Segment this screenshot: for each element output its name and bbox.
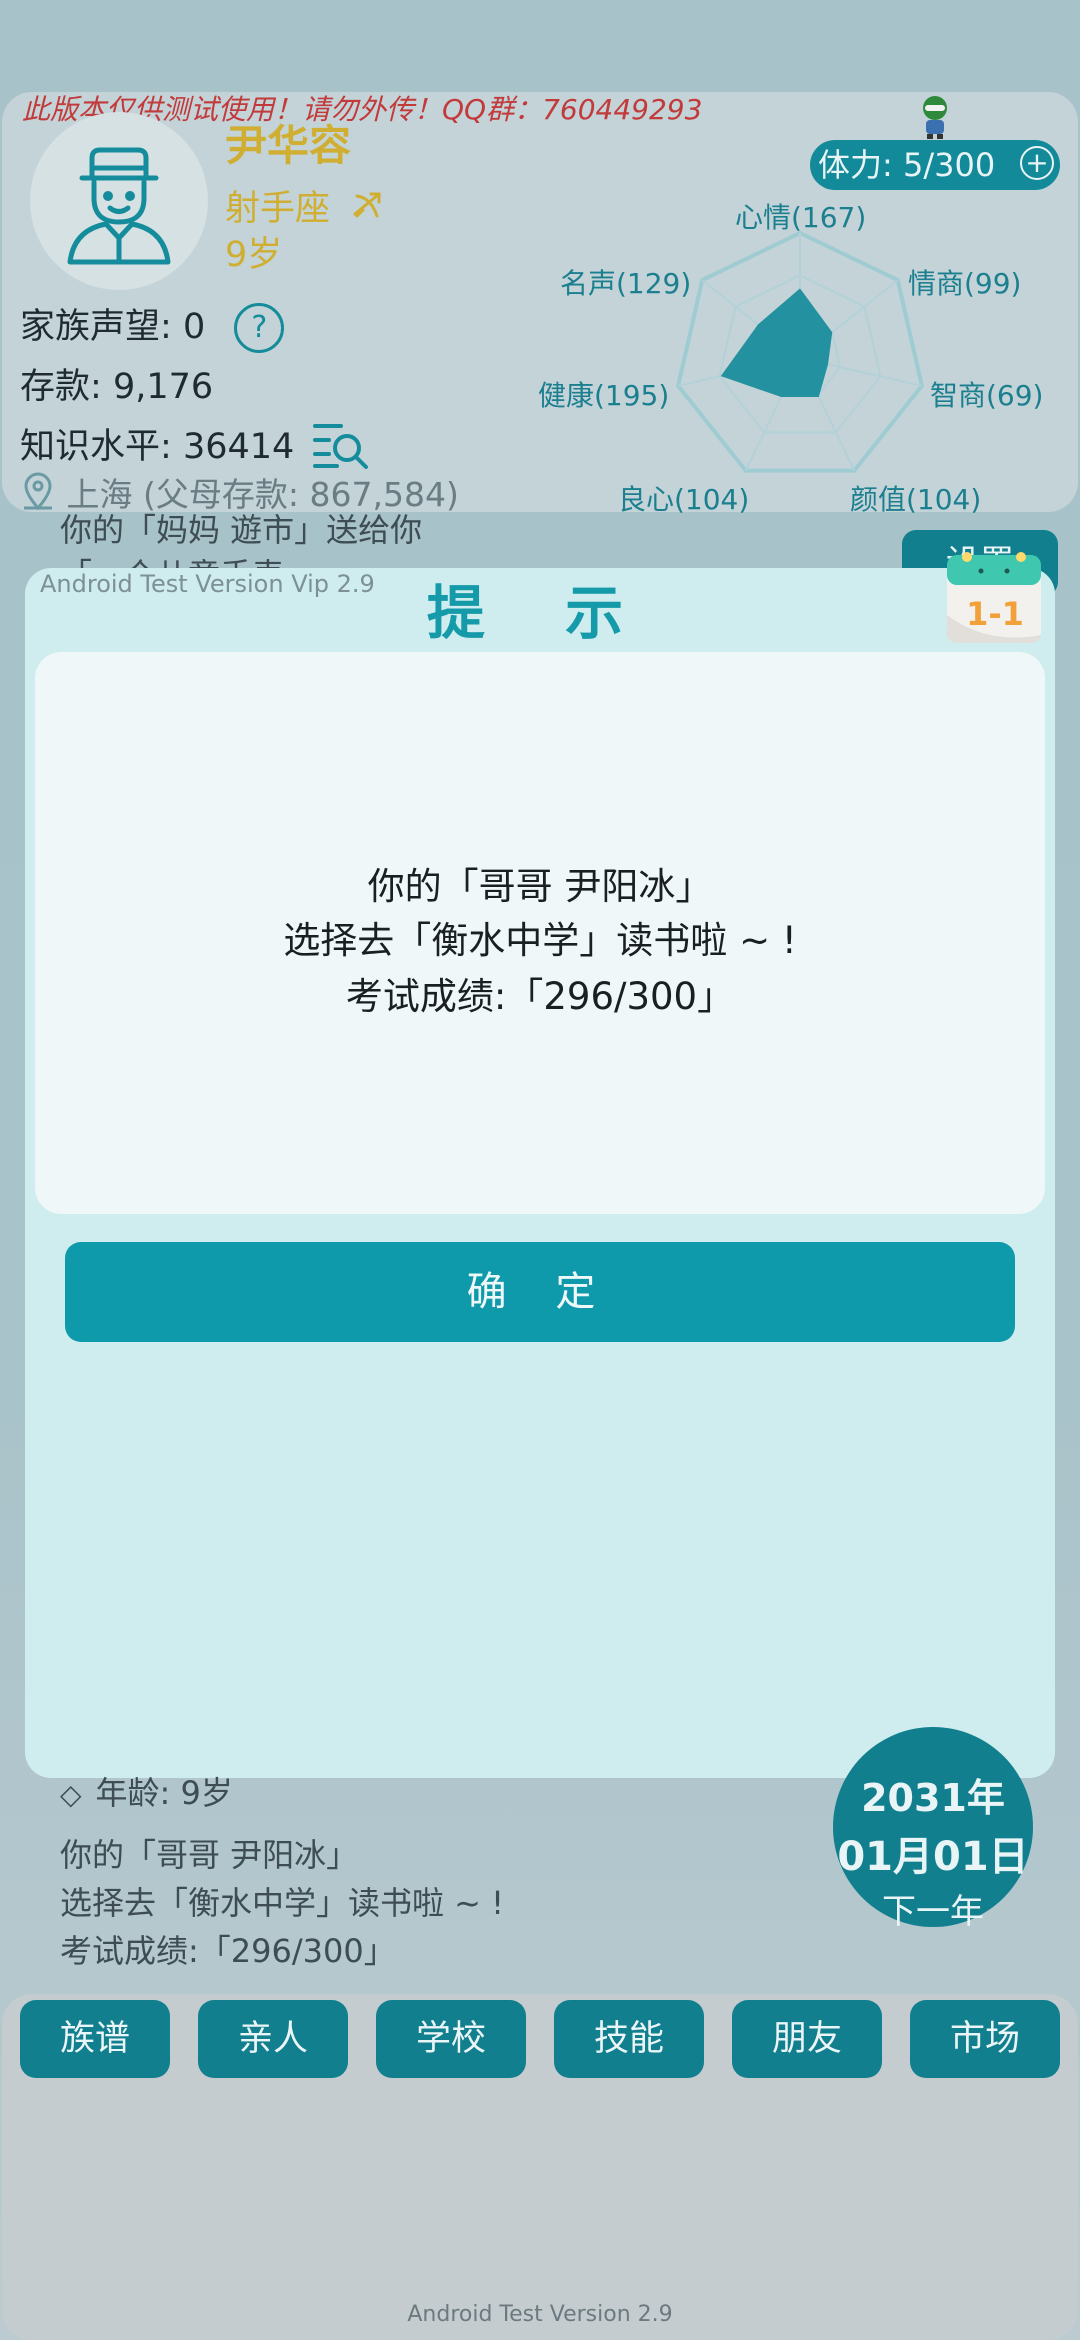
search-list-icon[interactable] (313, 420, 375, 472)
tab-relatives[interactable]: 亲人 (198, 2000, 348, 2078)
tab-market[interactable]: 市场 (910, 2000, 1060, 2078)
log-line: 考试成绩:「296/300」 (60, 1932, 396, 1970)
footer-version: Android Test Version 2.9 (407, 2302, 673, 2327)
character-name: 尹华容 (225, 121, 352, 170)
zodiac-label: 射手座 (225, 189, 331, 229)
plus-circle-icon[interactable]: + (1020, 146, 1054, 180)
tab-skills[interactable]: 技能 (554, 2000, 704, 2078)
sagittarius-icon (353, 192, 381, 218)
knowledge-row: 知识水平: 36414 (20, 418, 375, 472)
message-line-2: 选择去「衡水中学」读书啦 ~ ! (283, 919, 797, 962)
radar-label-mood: 心情(167) (735, 201, 867, 234)
confirm-button[interactable]: 确 定 (65, 1242, 1015, 1342)
tab-friends[interactable]: 朋友 (732, 2000, 882, 2078)
message-line-1: 你的「哥哥 尹阳冰」 (367, 865, 713, 908)
savings-value: 9,176 (112, 367, 214, 407)
savings-label: 存款: (20, 367, 102, 407)
calendar-icon: 1-1 (945, 545, 1045, 647)
log-line: 你的「妈妈 遊市」送给你 (60, 511, 423, 549)
reputation-value: 0 (182, 307, 206, 347)
stamina-label: 体力: 5/300 (818, 146, 996, 184)
next-year-button[interactable]: 2031年 01月01日 下一年 (833, 1727, 1033, 1932)
age-log-text: 年龄: 9岁 (95, 1774, 233, 1812)
log-line: 选择去「衡水中学」读书啦 ~ ! (60, 1884, 504, 1922)
location-pin-icon (24, 472, 52, 511)
radar-label-looks: 颜值(104) (850, 483, 982, 516)
radar-label-iq: 智商(69) (930, 379, 1044, 412)
tab-school[interactable]: 学校 (376, 2000, 526, 2078)
reputation-row: 家族声望: 0 ? (20, 298, 285, 353)
date-year: 2031年 (861, 1776, 1005, 1820)
radar-label-fame: 名声(129) (560, 267, 692, 300)
help-icon[interactable]: ? (234, 303, 285, 353)
message-line-3: 考试成绩:「296/300」 (345, 975, 735, 1018)
log-line: 你的「哥哥 尹阳冰」 (60, 1836, 359, 1874)
radar-label-health: 健康(195) (538, 379, 670, 412)
savings-row: 存款: 9,176 (20, 358, 213, 409)
age-log-row: ◇ 年龄: 9岁 (60, 1768, 233, 1814)
diamond-icon: ◇ (60, 1778, 82, 1811)
radar-label-conscience: 良心(104) (618, 483, 750, 516)
date-day: 01月01日 (837, 1834, 1029, 1880)
attribute-radar-chart (675, 230, 925, 473)
dialog-title: 提 示 (426, 579, 654, 647)
reputation-label: 家族声望: (20, 307, 172, 347)
stamina-pill[interactable]: 体力: 5/300 + (810, 140, 1060, 190)
tab-genealogy[interactable]: 族谱 (20, 2000, 170, 2078)
calendar-badge-text: 1-1 (966, 595, 1024, 633)
person-hat-icon (67, 147, 171, 265)
next-year-label: 下一年 (882, 1892, 984, 1932)
knowledge-label: 知识水平: (20, 427, 172, 467)
age-label: 9岁 (225, 235, 283, 275)
knowledge-value: 36414 (182, 427, 295, 467)
character-icon[interactable] (912, 92, 958, 140)
zodiac-row: 射手座 (225, 180, 385, 231)
avatar[interactable] (30, 112, 208, 290)
radar-label-eq: 情商(99) (908, 267, 1022, 300)
